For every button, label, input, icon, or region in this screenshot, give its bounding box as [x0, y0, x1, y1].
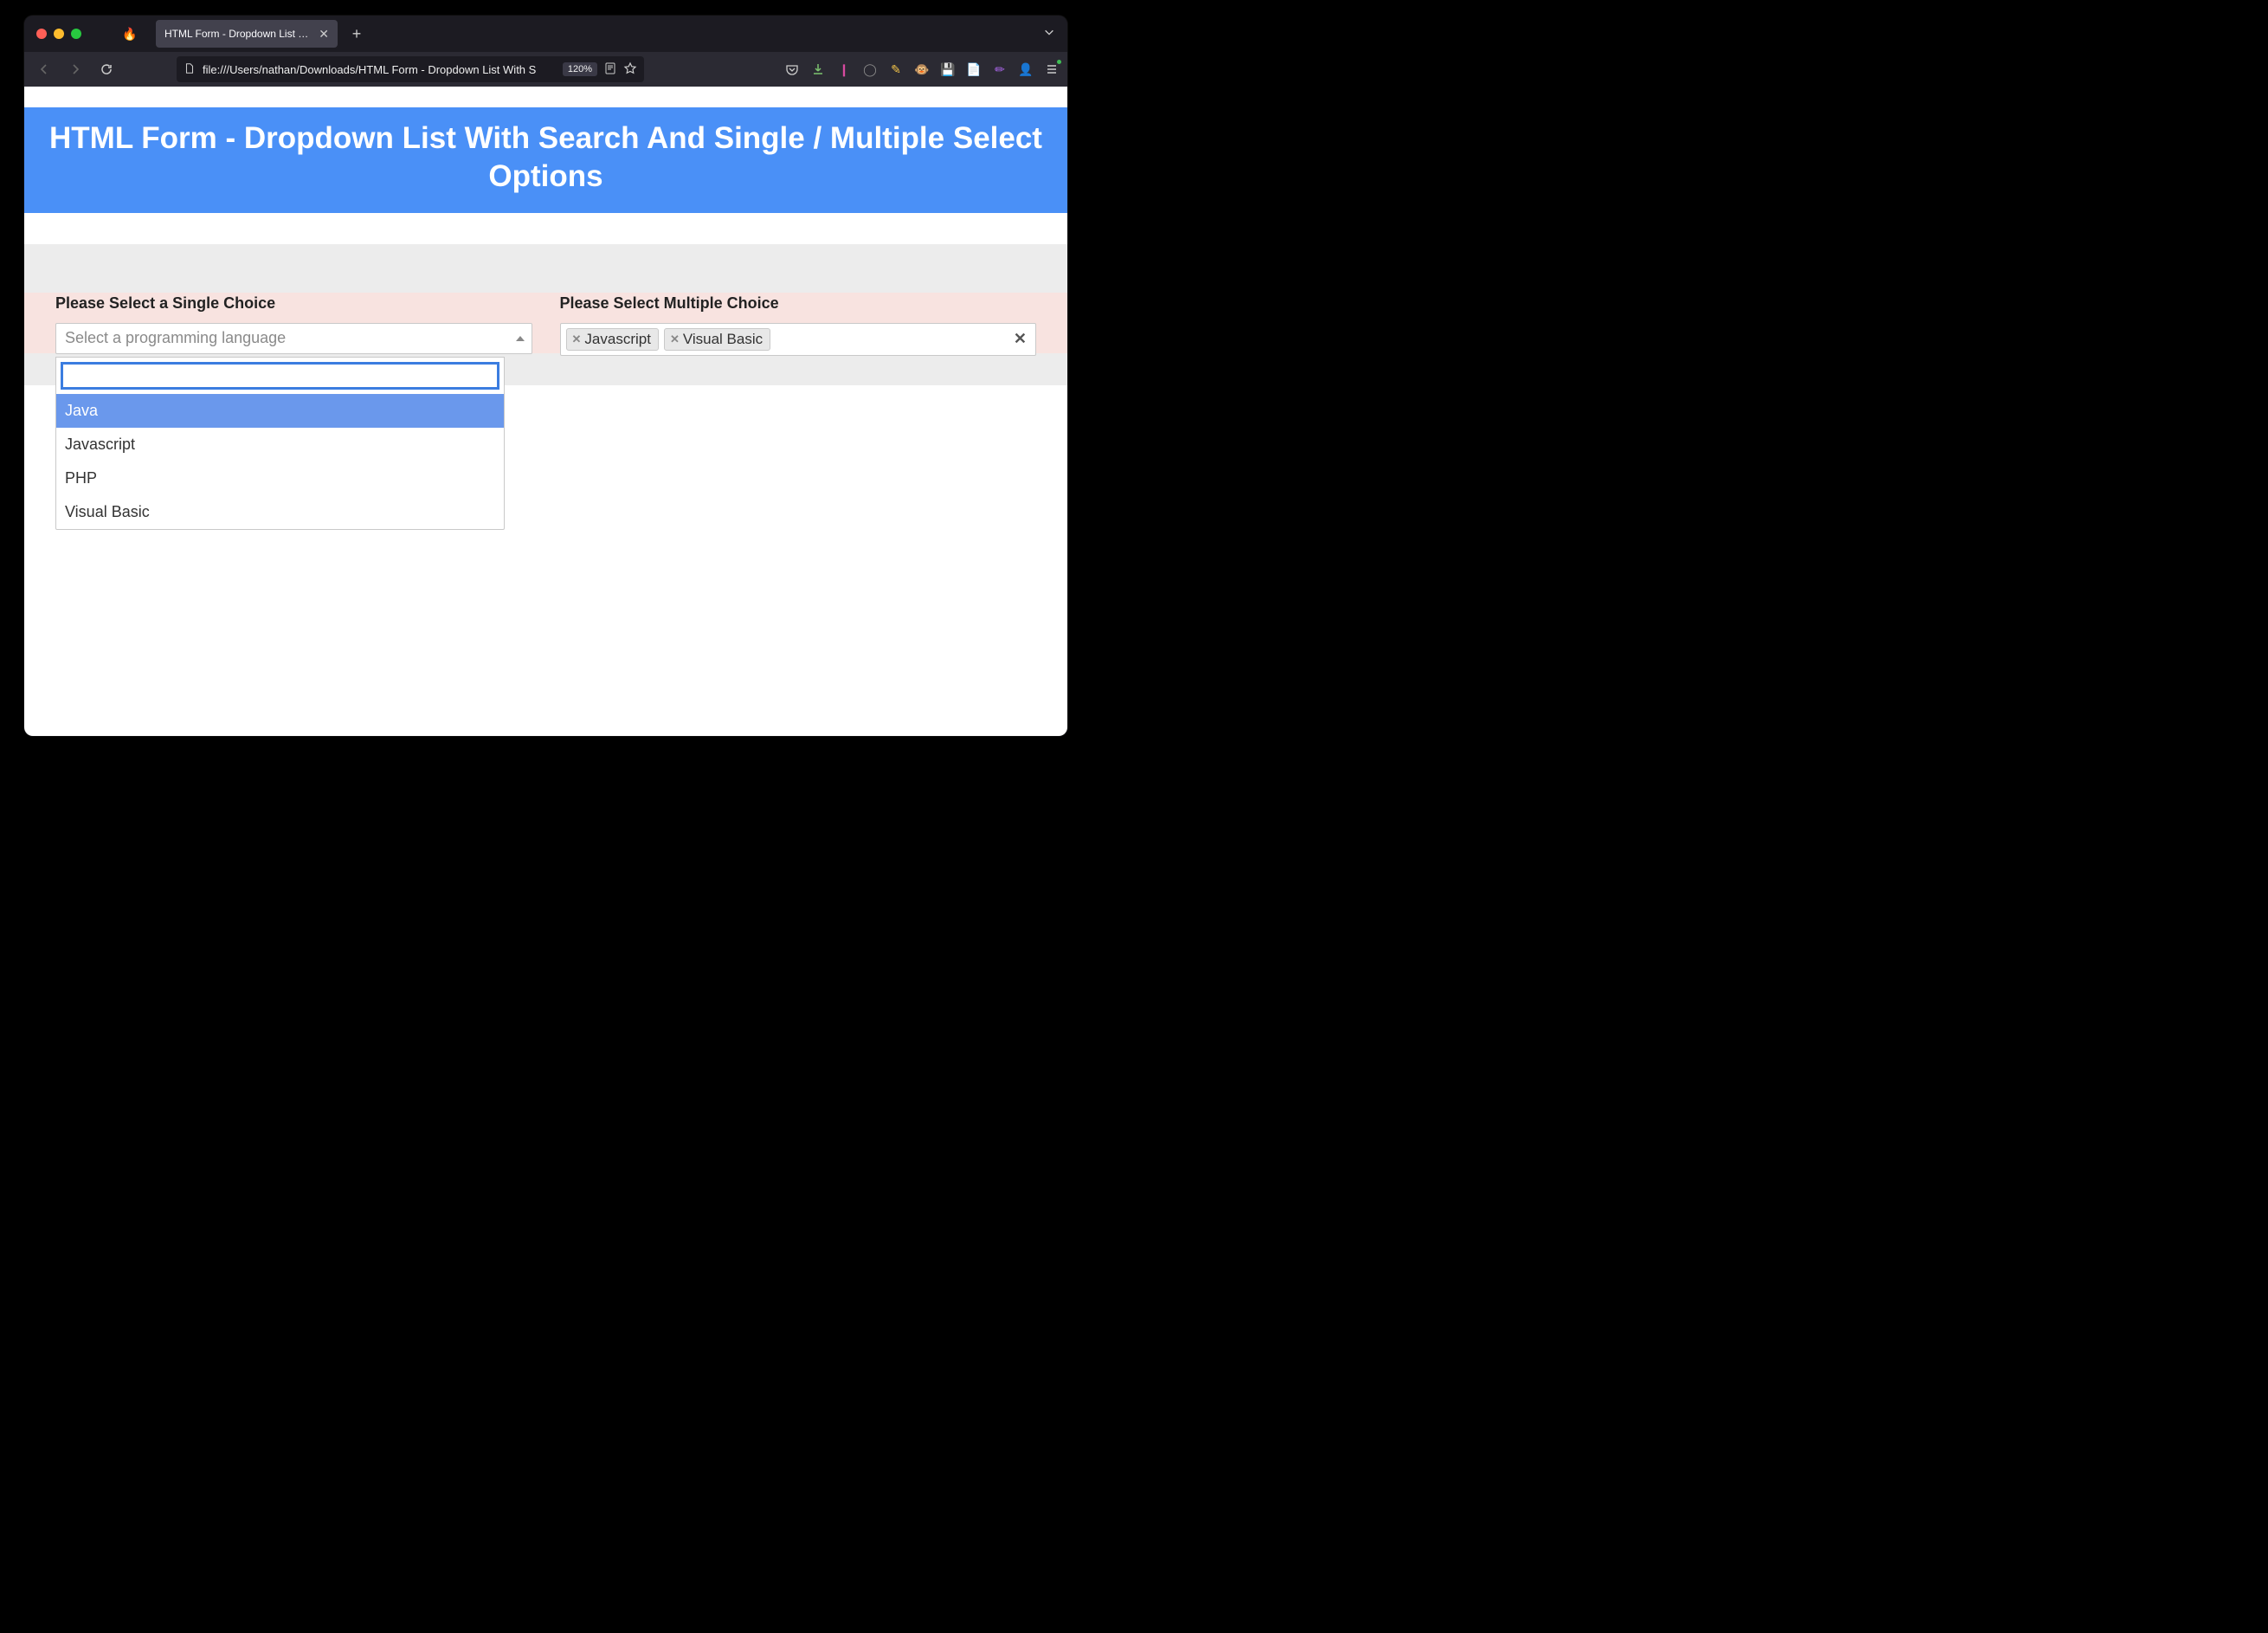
back-button[interactable]	[31, 56, 57, 82]
multi-select-column: Please Select Multiple Choice ✕ Javascri…	[560, 294, 1037, 356]
list-tabs-button[interactable]	[1043, 26, 1055, 42]
extension-icon-2[interactable]: ◯	[861, 61, 879, 78]
account-icon[interactable]: 👤	[1017, 61, 1034, 78]
chip-remove-icon[interactable]: ✕	[572, 332, 582, 346]
close-window-button[interactable]	[36, 29, 47, 39]
reader-mode-icon[interactable]	[604, 62, 616, 77]
single-select-column: Please Select a Single Choice Select a p…	[55, 294, 532, 356]
dropdown-search-input[interactable]	[61, 363, 499, 389]
extension-icon-1[interactable]: ❙	[835, 61, 853, 78]
file-icon	[184, 62, 196, 77]
url-text: file:///Users/nathan/Downloads/HTML Form…	[203, 63, 556, 76]
dropdown-arrow-icon	[516, 336, 525, 341]
minimize-window-button[interactable]	[54, 29, 64, 39]
multi-clear-all-icon[interactable]: ✕	[1014, 330, 1027, 348]
extension-icon-3[interactable]: ✎	[887, 61, 905, 78]
chip-label: Visual Basic	[683, 331, 763, 348]
multi-chip[interactable]: ✕ Visual Basic	[664, 328, 770, 351]
dropdown-option[interactable]: PHP	[56, 462, 504, 495]
browser-window: 🔥 HTML Form - Dropdown List With S ✕ + f…	[24, 16, 1067, 736]
zoom-badge[interactable]: 120%	[563, 62, 597, 76]
extension-icon-5[interactable]: 💾	[939, 61, 957, 78]
browser-tab[interactable]: HTML Form - Dropdown List With S ✕	[156, 20, 338, 48]
form-section: Please Select a Single Choice Select a p…	[24, 244, 1067, 385]
extension-icon-4[interactable]: 🐵	[913, 61, 931, 78]
dropdown-option[interactable]: Visual Basic	[56, 495, 504, 529]
chip-label: Javascript	[584, 331, 651, 348]
extension-icon-7[interactable]: ✏	[991, 61, 1008, 78]
toolbar-right-icons: ❙ ◯ ✎ 🐵 💾 📄 ✏ 👤	[783, 61, 1060, 78]
single-select-label: Please Select a Single Choice	[55, 294, 532, 313]
multi-chip[interactable]: ✕ Javascript	[566, 328, 659, 351]
tab-title: HTML Form - Dropdown List With S	[164, 28, 312, 40]
reload-button[interactable]	[93, 56, 119, 82]
close-tab-icon[interactable]: ✕	[319, 27, 329, 42]
single-select-box[interactable]: Select a programming language	[55, 323, 532, 354]
tab-strip: 🔥 HTML Form - Dropdown List With S ✕ +	[24, 16, 1067, 52]
dropdown-search-wrap	[56, 358, 504, 394]
extension-icon-6[interactable]: 📄	[965, 61, 983, 78]
page-title: HTML Form - Dropdown List With Search An…	[42, 119, 1050, 196]
nav-toolbar: file:///Users/nathan/Downloads/HTML Form…	[24, 52, 1067, 87]
dropdown-option[interactable]: Java	[56, 394, 504, 428]
pocket-icon[interactable]	[783, 61, 801, 78]
multi-select-box[interactable]: ✕ Javascript ✕ Visual Basic ✕	[560, 323, 1037, 356]
url-bar[interactable]: file:///Users/nathan/Downloads/HTML Form…	[177, 56, 644, 82]
new-tab-button[interactable]: +	[345, 22, 369, 46]
dropdown-option[interactable]: Javascript	[56, 428, 504, 462]
page-banner: HTML Form - Dropdown List With Search An…	[24, 107, 1067, 213]
window-controls	[36, 29, 81, 39]
app-menu-button[interactable]	[1043, 61, 1060, 78]
bookmark-star-icon[interactable]	[623, 61, 637, 78]
single-select-placeholder: Select a programming language	[65, 329, 286, 347]
chip-remove-icon[interactable]: ✕	[670, 332, 680, 346]
fullscreen-window-button[interactable]	[71, 29, 81, 39]
forward-button[interactable]	[62, 56, 88, 82]
single-select-dropdown: Java Javascript PHP Visual Basic	[55, 357, 505, 530]
downloads-icon[interactable]	[809, 61, 827, 78]
firefox-icon: 🔥	[123, 27, 137, 41]
page-content: HTML Form - Dropdown List With Search An…	[24, 87, 1067, 736]
multi-select-label: Please Select Multiple Choice	[560, 294, 1037, 313]
